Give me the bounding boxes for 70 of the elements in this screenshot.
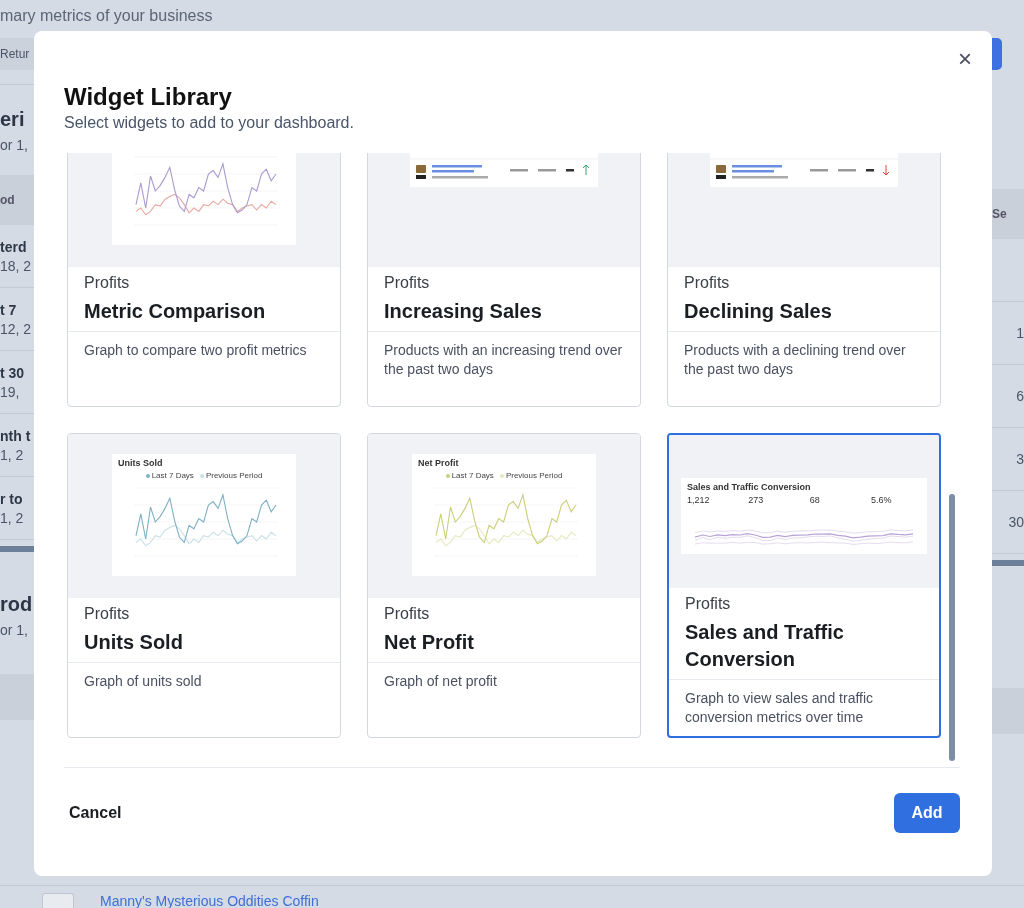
- widget-card[interactable]: Profits Declining Sales Products with a declining trend over the past two days: [667, 153, 941, 407]
- close-button[interactable]: ×: [952, 43, 978, 75]
- returns-button[interactable]: Retur: [0, 38, 34, 70]
- widget-description: Graph to compare two profit metrics: [68, 331, 340, 369]
- scrollbar: [0, 546, 34, 552]
- date-range-text: or 1,: [0, 136, 29, 153]
- widget-title: Increasing Sales: [384, 299, 543, 324]
- column-header: od: [0, 175, 34, 225]
- stat-value: 5.6%: [871, 495, 893, 505]
- dialog-subtitle: Select widgets to add to your dashboard.: [64, 114, 355, 132]
- table-cell: 6: [1016, 388, 1024, 404]
- period-date: 12, 2: [0, 320, 33, 337]
- table-header: [992, 688, 1024, 734]
- product-thumbnail: [42, 893, 74, 908]
- preview-title: Net Profit: [418, 458, 459, 468]
- section-title: rod: [0, 592, 34, 616]
- page-subtitle: mary metrics of your business: [0, 5, 214, 26]
- widget-title: Units Sold: [84, 630, 184, 655]
- legend-item: Previous Period: [499, 471, 563, 480]
- widget-card[interactable]: Sales and Traffic Conversion 1,212 273 68 5.6% Profits Sales and Traffic Conversion Graph to view sales and traffic conversion metrics over time: [667, 433, 941, 738]
- date-range-text: or 1,: [0, 621, 29, 638]
- section-title: eri: [0, 107, 26, 131]
- period-date: 19,: [0, 383, 21, 400]
- period-date: 1, 2: [0, 509, 25, 526]
- widget-category: Profits: [684, 274, 731, 292]
- scrollbar: [992, 560, 1024, 566]
- widget-description: Products with an increasing trend over the past two days: [368, 331, 640, 388]
- widget-category: Profits: [84, 274, 131, 292]
- table-cell: 3: [1016, 451, 1024, 467]
- widget-category: Profits: [384, 605, 431, 623]
- scrollbar-thumb[interactable]: [949, 494, 955, 761]
- column-header: Se: [992, 189, 1024, 239]
- action-button[interactable]: [992, 38, 1002, 70]
- widget-description: Products with a declining trend over the past two days: [668, 331, 940, 388]
- preview-title: Sales and Traffic Conversion: [687, 482, 811, 492]
- widget-title: Sales and Traffic Conversion: [685, 620, 845, 672]
- widget-title: Net Profit: [384, 630, 475, 655]
- period-name: terd: [0, 238, 28, 255]
- widget-card[interactable]: Units Sold Last 7 Days Previous Period Profits Units Sold Graph of units sold: [67, 433, 341, 738]
- table-cell: 30: [1008, 514, 1024, 530]
- widget-card[interactable]: Net Profit Last 7 Days Previous Period Profits Net Profit Graph of net profit: [367, 433, 641, 738]
- product-link[interactable]: Manny's Mysterious Oddities Coffin: [100, 894, 319, 908]
- widget-description: Graph of net profit: [368, 662, 640, 700]
- widget-category: Profits: [685, 595, 732, 613]
- widget-card[interactable]: Profits Metric Comparison Graph to compare two profit metrics: [67, 153, 341, 407]
- stat-value: 1,212: [687, 495, 711, 505]
- period-date: 1, 2: [0, 446, 25, 463]
- legend-item: Last 7 Days: [145, 471, 194, 480]
- widget-category: Profits: [84, 605, 131, 623]
- period-name: t 7: [0, 301, 18, 318]
- legend-item: Previous Period: [199, 471, 263, 480]
- legend-item: Last 7 Days: [445, 471, 494, 480]
- preview-title: Units Sold: [118, 458, 163, 468]
- period-date: 18, 2: [0, 257, 33, 274]
- dialog-title: Widget Library: [64, 82, 233, 112]
- cancel-button[interactable]: Cancel: [64, 796, 127, 830]
- widget-category: Profits: [384, 274, 431, 292]
- table-header: [0, 674, 34, 720]
- stat-value: 68: [809, 495, 821, 505]
- stat-value: 273: [748, 495, 765, 505]
- period-name: r to: [0, 490, 24, 507]
- widget-title: Declining Sales: [684, 299, 833, 324]
- period-name: nth t: [0, 427, 32, 444]
- widget-description: Graph of units sold: [68, 662, 340, 700]
- widget-description: Graph to view sales and traffic conversion metrics over time: [669, 679, 939, 736]
- widget-card[interactable]: Profits Increasing Sales Products with an increasing trend over the past two days: [367, 153, 641, 407]
- widget-title: Metric Comparison: [84, 299, 267, 324]
- period-name: t 30: [0, 364, 26, 381]
- table-cell: 1: [1016, 325, 1024, 341]
- add-button[interactable]: Add: [894, 793, 960, 833]
